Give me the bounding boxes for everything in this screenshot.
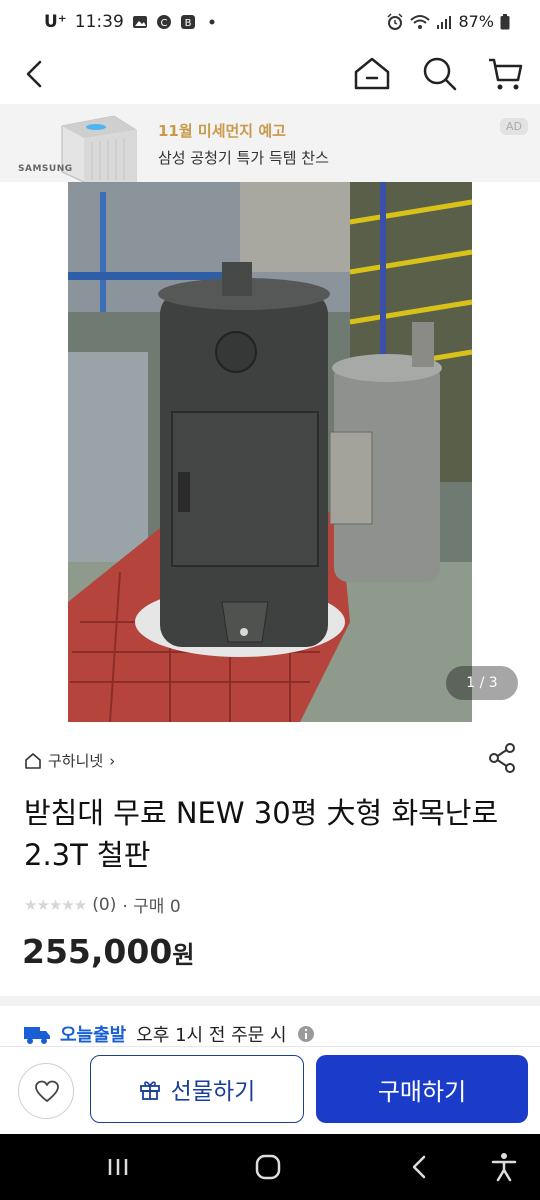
home-icon[interactable] xyxy=(352,54,392,94)
alarm-icon xyxy=(387,12,403,30)
shop-name: 구하니넷 xyxy=(48,752,104,770)
ad-subtext: 삼성 공청기 특가 득템 찬스 xyxy=(158,149,329,167)
product-photo xyxy=(68,182,473,722)
ad-headline: 11월 미세먼지 예고 xyxy=(158,122,286,140)
top-navigation xyxy=(0,44,540,104)
ad-brand: SAMSUNG xyxy=(18,164,73,174)
system-navigation-bar xyxy=(0,1134,540,1200)
buy-button-label: 구매하기 xyxy=(377,1077,467,1106)
purchase-count: · 구매 0 xyxy=(122,897,181,917)
clock: 11:39 xyxy=(74,12,124,32)
search-icon[interactable] xyxy=(420,54,460,94)
signal-icon xyxy=(437,15,452,29)
bottom-action-bar: 선물하기 구매하기 xyxy=(0,1046,540,1134)
delivery-info: 오늘출발 오후 1시 전 주문 시 xyxy=(24,1022,315,1046)
ad-badge: AD xyxy=(500,118,528,135)
product-image-carousel[interactable]: 1 / 3 xyxy=(0,182,540,722)
share-icon[interactable] xyxy=(486,742,518,774)
accessibility-icon[interactable] xyxy=(488,1151,520,1183)
b-app-icon: B xyxy=(180,15,195,29)
gallery-icon xyxy=(132,16,147,28)
image-counter: 1 / 3 xyxy=(446,666,518,700)
gift-button[interactable]: 선물하기 xyxy=(90,1055,304,1123)
ad-banner[interactable]: SAMSUNG 11월 미세먼지 예고 삼성 공청기 특가 득템 찬스 AD xyxy=(0,104,540,182)
home-button-icon[interactable] xyxy=(252,1151,284,1183)
chevron-right-icon: › xyxy=(109,751,116,770)
heart-icon xyxy=(35,1080,59,1102)
recent-apps-icon[interactable] xyxy=(102,1151,134,1183)
wifi-icon xyxy=(410,14,431,29)
gift-icon xyxy=(139,1081,160,1100)
info-icon[interactable] xyxy=(297,1025,315,1043)
back-button-icon[interactable] xyxy=(404,1151,436,1183)
shop-link[interactable]: 구하니넷 › xyxy=(24,750,115,771)
price: 255,000원 xyxy=(22,932,194,971)
star-rating-icon: ★★★★★ xyxy=(24,895,87,914)
battery-percent: 87% xyxy=(458,12,494,31)
store-icon xyxy=(25,752,41,769)
price-currency: 원 xyxy=(172,941,195,969)
review-count[interactable]: (0) xyxy=(92,895,116,915)
status-left: U⁺ 11:39 C B xyxy=(44,12,220,32)
status-bar: U⁺ 11:39 C B 87% xyxy=(0,0,540,44)
battery-icon xyxy=(500,13,510,29)
gift-button-label: 선물하기 xyxy=(170,1079,256,1105)
delivery-text: 오후 1시 전 주문 시 xyxy=(136,1025,287,1046)
delivery-truck-icon xyxy=(24,1027,50,1044)
section-divider xyxy=(0,996,540,1006)
rating-row: ★★★★★ (0) · 구매 0 xyxy=(24,892,181,918)
wishlist-button[interactable] xyxy=(18,1063,74,1119)
more-notifications-icon xyxy=(209,19,215,25)
price-value: 255,000 xyxy=(22,932,173,971)
cart-icon[interactable] xyxy=(486,54,526,94)
back-icon[interactable] xyxy=(18,56,54,92)
delivery-label: 오늘출발 xyxy=(60,1025,127,1046)
buy-button[interactable]: 구매하기 xyxy=(316,1055,528,1123)
status-right: 87% xyxy=(386,12,510,31)
svg-text:C: C xyxy=(160,18,167,29)
carrier-label: U⁺ xyxy=(44,12,67,32)
svg-text:B: B xyxy=(184,18,191,29)
c-app-icon: C xyxy=(156,15,171,29)
product-title: 받침대 무료 NEW 30평 大형 화목난로 2.3T 철판 xyxy=(24,796,499,872)
